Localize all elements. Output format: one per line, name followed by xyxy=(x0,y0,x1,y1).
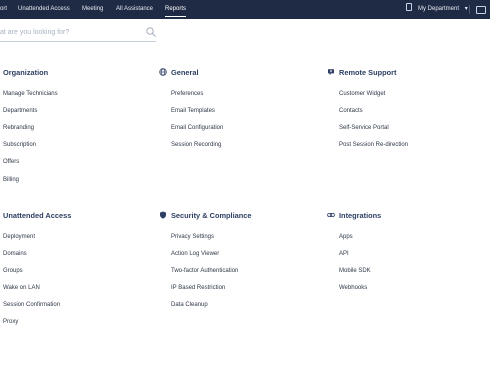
link-session-confirmation[interactable]: Session Confirmation xyxy=(3,302,60,308)
link-customer-widget[interactable]: Customer Widget xyxy=(339,91,385,97)
link-api[interactable]: API xyxy=(339,251,349,257)
link-manage-technicians[interactable]: Manage Technicians xyxy=(3,91,58,97)
section-title-security-compliance: Security & Compliance xyxy=(171,211,252,220)
link-departments[interactable]: Departments xyxy=(3,108,37,114)
link-groups[interactable]: Groups xyxy=(3,268,23,274)
link-rebranding[interactable]: Rebranding xyxy=(3,125,34,131)
nav-tab-reports-label: Reports xyxy=(165,6,187,12)
settings-search[interactable]: at are you looking for? xyxy=(0,26,156,42)
chat-shield-icon xyxy=(328,69,334,75)
link-two-factor-authentication[interactable]: Two-factor Authentication xyxy=(171,268,238,274)
link-subscription[interactable]: Subscription xyxy=(3,142,36,148)
link-webhooks[interactable]: Webhooks xyxy=(339,285,367,291)
top-nav-bar: ort Unattended Access Meeting All Assist… xyxy=(0,0,490,19)
link-data-cleanup[interactable]: Data Cleanup xyxy=(171,302,208,308)
folder-icon[interactable] xyxy=(476,6,486,14)
link-ip-based-restriction[interactable]: IP Based Restriction xyxy=(171,285,225,291)
link-contacts[interactable]: Contacts xyxy=(339,108,363,114)
section-title-remote-support: Remote Support xyxy=(339,68,397,77)
nav-tab-remote-support[interactable]: ort xyxy=(0,0,7,19)
link-email-templates[interactable]: Email Templates xyxy=(171,108,215,114)
link-proxy[interactable]: Proxy xyxy=(3,319,18,325)
department-selector[interactable]: My Department ▾ xyxy=(406,0,468,19)
department-label: My Department xyxy=(418,6,460,12)
nav-divider xyxy=(469,5,470,14)
active-tab-indicator xyxy=(165,15,187,17)
search-input[interactable]: at are you looking for? xyxy=(0,29,69,36)
link-mobile-sdk[interactable]: Mobile SDK xyxy=(339,268,371,274)
link-privacy-settings[interactable]: Privacy Settings xyxy=(171,234,214,240)
section-title-organization: Organization xyxy=(3,68,49,77)
chevron-down-icon: ▾ xyxy=(464,6,468,12)
section-title-general: General xyxy=(171,68,199,77)
section-title-unattended-access: Unattended Access xyxy=(3,211,72,220)
link-icon xyxy=(327,213,335,218)
link-offers[interactable]: Offers xyxy=(3,159,19,165)
shield-icon xyxy=(160,211,166,219)
link-preferences[interactable]: Preferences xyxy=(171,91,203,97)
nav-tab-meeting[interactable]: Meeting xyxy=(82,0,103,19)
link-self-service-portal[interactable]: Self-Service Portal xyxy=(339,125,389,131)
link-domains[interactable]: Domains xyxy=(3,251,27,257)
link-email-configuration[interactable]: Email Configuration xyxy=(171,125,223,131)
link-deployment[interactable]: Deployment xyxy=(3,234,35,240)
device-icon xyxy=(406,3,412,11)
link-apps[interactable]: Apps xyxy=(339,234,353,240)
link-post-session-redirection[interactable]: Post Session Re-direction xyxy=(339,142,408,148)
link-billing[interactable]: Billing xyxy=(3,177,19,183)
search-icon[interactable] xyxy=(146,27,156,37)
link-session-recording[interactable]: Session Recording xyxy=(171,142,221,148)
globe-icon xyxy=(159,68,167,76)
nav-tab-reports[interactable]: Reports xyxy=(165,0,187,19)
nav-tab-unattended-access[interactable]: Unattended Access xyxy=(18,0,70,19)
link-wake-on-lan[interactable]: Wake on LAN xyxy=(3,285,40,291)
link-action-log-viewer[interactable]: Action Log Viewer xyxy=(171,251,219,257)
section-title-integrations: Integrations xyxy=(339,211,382,220)
nav-tab-all-assistance[interactable]: All Assistance xyxy=(116,0,153,19)
